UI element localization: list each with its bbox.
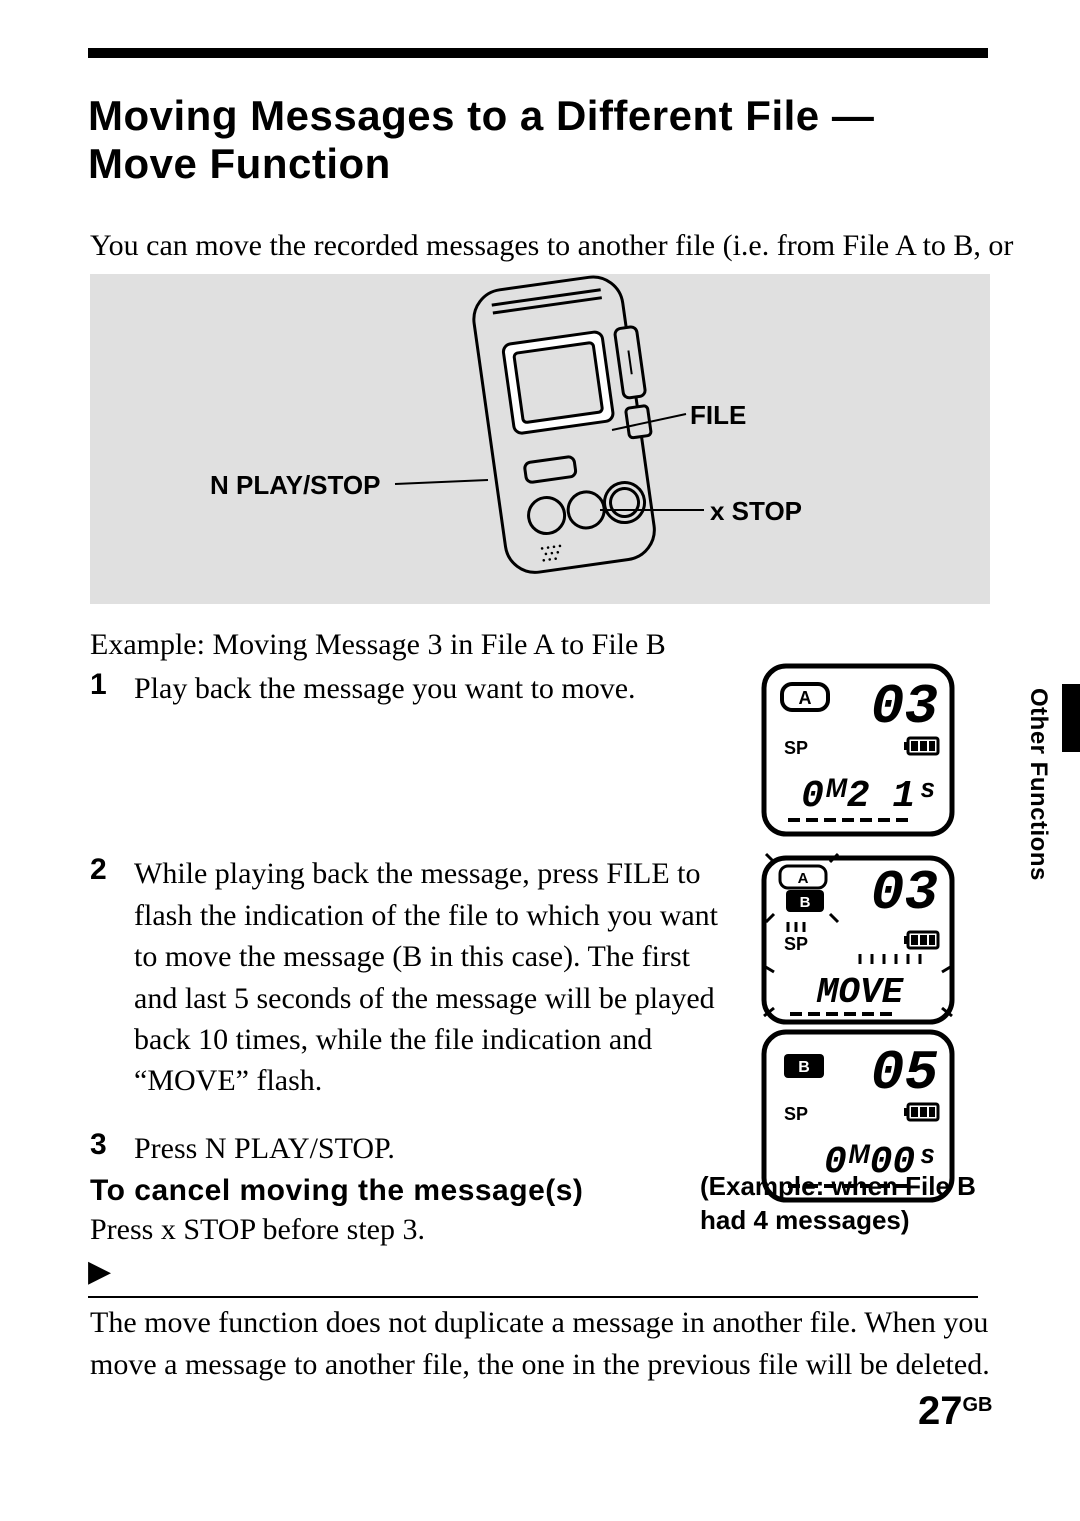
- page-number-suffix: GB: [963, 1394, 993, 1416]
- step-1: 1 Play back the message you want to move…: [90, 668, 730, 709]
- lcd3-file: B: [798, 1059, 810, 1076]
- label-play-stop: N PLAY/STOP: [210, 470, 381, 501]
- step-text: Play back the message you want to move.: [134, 668, 636, 709]
- step-number: 3: [90, 1128, 134, 1162]
- battery-icon: [904, 932, 938, 948]
- example-heading: Example: Moving Message 3 in File A to F…: [90, 628, 666, 662]
- title-line-1: Moving Messages to a Different File —: [88, 92, 874, 139]
- label-file: FILE: [690, 400, 746, 431]
- lcd3-mode: SP: [784, 1104, 808, 1124]
- step-3: 3 Press N PLAY/STOP.: [90, 1128, 730, 1169]
- footnote-text: The move function does not duplicate a m…: [90, 1302, 1010, 1386]
- lcd-display-2: A B 03 SP: [760, 848, 956, 1030]
- section-tab-label: Other Functions: [1024, 688, 1052, 881]
- device-diagram: N PLAY/STOP FILE x STOP: [90, 274, 990, 604]
- page-number: 27GB: [918, 1389, 993, 1434]
- page-number-value: 27: [918, 1389, 963, 1433]
- lcd1-msgnum: 03: [871, 675, 938, 739]
- lcd-display-1: A 03 SP 0ᴹ2 1ˢ: [760, 662, 956, 838]
- lcd3-msgnum: 05: [871, 1041, 938, 1105]
- section-tab-bar: [1062, 684, 1080, 752]
- cancel-text: Press x STOP before step 3.: [90, 1213, 425, 1247]
- cancel-heading: To cancel moving the message(s): [90, 1174, 583, 1208]
- page-title: Moving Messages to a Different File — Mo…: [88, 92, 874, 189]
- lcd-display-3: B 05 SP 0ᴹ00ˢ: [760, 1028, 956, 1204]
- step-text: Press N PLAY/STOP.: [134, 1128, 395, 1169]
- manual-page: Moving Messages to a Different File — Mo…: [0, 0, 1080, 1521]
- step-number: 2: [90, 853, 134, 887]
- lcd1-file: A: [799, 688, 812, 708]
- lcd1-mode: SP: [784, 738, 808, 758]
- step-number: 1: [90, 668, 134, 702]
- lcd1-time: 0ᴹ2 1ˢ: [801, 775, 938, 818]
- lcd2-status: MOVE: [816, 972, 905, 1013]
- step-2: 2 While playing back the message, press …: [90, 853, 730, 1101]
- disclosure-triangle-icon: ▶: [88, 1254, 111, 1289]
- title-line-2: Move Function: [88, 140, 391, 187]
- lcd2-msgnum: 03: [871, 861, 938, 925]
- lcd2-mode: SP: [784, 934, 808, 954]
- steps-list: 1 Play back the message you want to move…: [90, 668, 730, 1169]
- battery-icon: [904, 1104, 938, 1120]
- step-text: While playing back the message, press FI…: [134, 853, 730, 1101]
- battery-icon: [904, 738, 938, 754]
- label-stop: x STOP: [710, 496, 802, 527]
- heading-rule: [88, 48, 988, 58]
- lcd2-file-a: A: [798, 870, 809, 887]
- lcd3-time: 0ᴹ00ˢ: [824, 1141, 938, 1184]
- footnote-rule: [88, 1296, 978, 1298]
- device-illustration: [90, 274, 990, 604]
- lcd2-file-b: B: [800, 894, 811, 911]
